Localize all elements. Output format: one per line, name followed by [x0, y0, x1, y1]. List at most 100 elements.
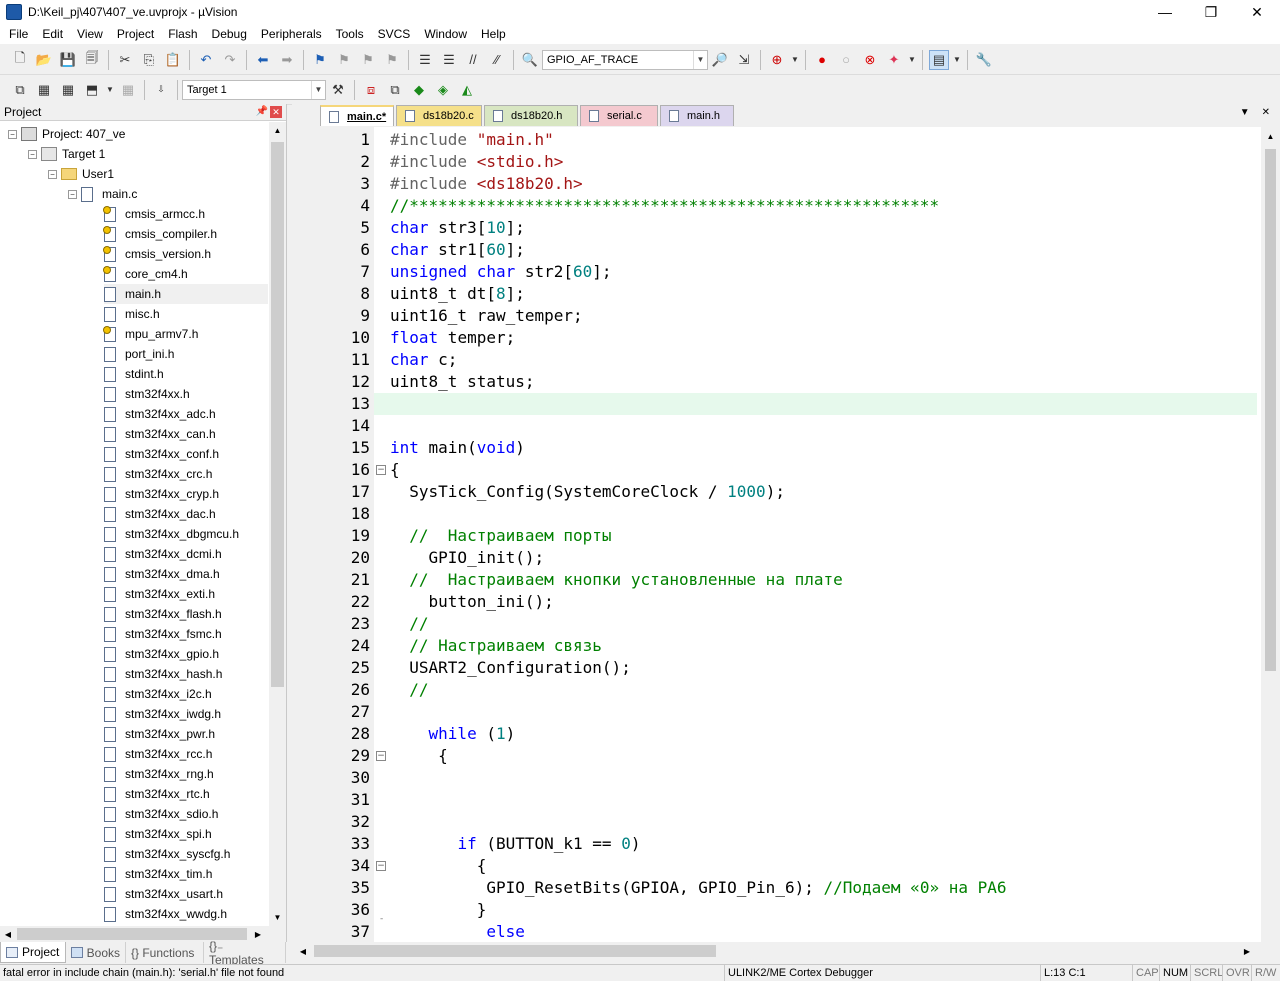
code-line[interactable]: 24 // Настраиваем связь — [292, 635, 1257, 657]
code-line[interactable]: 21 // Настраиваем кнопки установленные н… — [292, 569, 1257, 591]
code-line[interactable]: 8 uint8_t dt[8]; — [292, 283, 1257, 305]
close-icon[interactable]: ✕ — [1262, 107, 1270, 118]
tree-item-header-file[interactable]: mpu_armv7.h — [103, 324, 268, 344]
editor-tab[interactable]: serial.c — [580, 105, 658, 126]
code-line[interactable]: 3 #include <ds18b20.h> — [292, 173, 1257, 195]
tree-item-header-file[interactable]: stm32f4xx_spi.h — [104, 824, 268, 844]
manage-components-icon[interactable]: ⧈ — [361, 80, 381, 100]
tree-item-header-file[interactable]: cmsis_armcc.h — [103, 204, 268, 224]
code-line[interactable]: 10 float temper; — [292, 327, 1257, 349]
tree-item-header-file[interactable]: stm32f4xx_fsmc.h — [104, 624, 268, 644]
chevron-down-icon[interactable]: ▼ — [791, 50, 799, 70]
code-line[interactable]: 13 — [292, 393, 1257, 415]
code-line[interactable]: 26 // — [292, 679, 1257, 701]
collapse-icon[interactable]: − — [8, 129, 17, 139]
comment-icon[interactable]: // — [463, 50, 483, 70]
close-icon[interactable]: ✕ — [270, 106, 282, 118]
tree-item-header-file[interactable]: stm32f4xx_hash.h — [104, 664, 268, 684]
tree-item-header-file[interactable]: stm32f4xx_adc.h — [104, 404, 268, 424]
menu-peripherals[interactable]: Peripherals — [254, 24, 329, 44]
tree-item-header-file[interactable]: stdint.h — [104, 364, 268, 384]
tree-item-header-file[interactable]: cmsis_version.h — [103, 244, 268, 264]
chevron-down-icon[interactable]: ▼ — [106, 80, 114, 100]
scroll-left-icon[interactable]: ◀ — [294, 942, 312, 960]
tree-item-header-file[interactable]: stm32f4xx_crc.h — [104, 464, 268, 484]
prev-bookmark-icon[interactable]: ⚑ — [334, 50, 354, 70]
target-options-icon[interactable]: ⚒ — [328, 80, 348, 100]
close-window-button[interactable]: ✕ — [1234, 0, 1280, 24]
tree-item-header-file[interactable]: stm32f4xx_cryp.h — [104, 484, 268, 504]
code-line[interactable]: 9 uint16_t raw_temper; — [292, 305, 1257, 327]
configure-icon[interactable]: 🔧 — [974, 50, 994, 70]
kill-breakpoints-icon[interactable]: ✦ — [884, 50, 904, 70]
tree-item-header-file[interactable]: stm32f4xx_rcc.h — [104, 744, 268, 764]
menu-help[interactable]: Help — [474, 24, 513, 44]
scroll-up-icon[interactable]: ▲ — [269, 122, 286, 139]
collapse-icon[interactable]: − — [48, 169, 57, 179]
tree-item-header-file[interactable]: stm32f4xx_rtc.h — [104, 784, 268, 804]
window-layout-icon[interactable]: ▤ — [929, 49, 949, 70]
chevron-down-icon[interactable]: ▼ — [311, 80, 325, 99]
bookmark-icon[interactable]: ⚑ — [310, 50, 330, 70]
code-line[interactable]: 4 //*************************************… — [292, 195, 1257, 217]
editor-tab[interactable]: main.c* — [320, 105, 394, 126]
code-line[interactable]: 23 // — [292, 613, 1257, 635]
navigate-back-icon[interactable]: ⬅ — [253, 50, 273, 70]
tree-item-header-file[interactable]: stm32f4xx_exti.h — [104, 584, 268, 604]
tree-item-header-file[interactable]: stm32f4xx_syscfg.h — [104, 844, 268, 864]
tree-item-header-file[interactable]: stm32f4xx_wwdg.h — [104, 904, 268, 924]
scroll-left-icon[interactable]: ◀ — [0, 926, 16, 942]
find-icon[interactable]: 🔎 — [710, 50, 730, 70]
unindent-icon[interactable]: ☰ — [439, 50, 459, 70]
undo-icon[interactable]: ↶ — [196, 50, 216, 70]
code-line[interactable]: 25 USART2_Configuration(); — [292, 657, 1257, 679]
next-bookmark-icon[interactable]: ⚑ — [358, 50, 378, 70]
open-file-icon[interactable]: 📂 — [34, 50, 54, 70]
collapse-icon[interactable]: − — [68, 189, 77, 199]
build-icon[interactable]: ▦ — [34, 80, 54, 100]
translate-icon[interactable]: ⧉ — [10, 80, 30, 100]
tree-item-header-file[interactable]: stm32f4xx_flash.h — [104, 604, 268, 624]
scroll-thumb[interactable] — [1265, 149, 1276, 671]
code-line[interactable]: 2 #include <stdio.h> — [292, 151, 1257, 173]
chevron-down-icon[interactable]: ▼ — [693, 50, 707, 69]
scroll-thumb[interactable] — [271, 142, 284, 687]
code-line[interactable]: 5 char str3[10]; — [292, 217, 1257, 239]
code-line[interactable]: 30 — [292, 767, 1257, 789]
file-extensions-icon[interactable]: ⧉ — [385, 80, 405, 100]
batch-build-icon[interactable]: ⬒ — [82, 80, 102, 100]
uncomment-icon[interactable]: ⁄⁄ — [487, 50, 507, 70]
fold-toggle-icon[interactable]: − — [376, 861, 386, 871]
save-icon[interactable]: 💾 — [58, 50, 78, 70]
pack-installer-icon[interactable]: ◭ — [457, 80, 477, 100]
tree-item-header-file[interactable]: stm32f4xx_can.h — [104, 424, 268, 444]
navigate-forward-icon[interactable]: ➡ — [277, 50, 297, 70]
find-combo[interactable]: GPIO_AF_TRACE ▼ — [542, 49, 708, 70]
tree-item-header-file[interactable]: stm32f4xx_tim.h — [104, 864, 268, 884]
code-line[interactable]: 7 unsigned char str2[60]; — [292, 261, 1257, 283]
manage-run-time-icon[interactable]: ◆ — [409, 80, 429, 100]
tree-item-header-file[interactable]: port_ini.h — [104, 344, 268, 364]
target-combo[interactable]: Target 1 ▼ — [182, 79, 326, 100]
tree-item-header-file[interactable]: stm32f4xx_i2c.h — [104, 684, 268, 704]
tree-item-header-file[interactable]: stm32f4xx_dcmi.h — [104, 544, 268, 564]
menu-flash[interactable]: Flash — [161, 24, 204, 44]
code-line[interactable]: 22 button_ini(); — [292, 591, 1257, 613]
find-in-files-icon[interactable]: 🔍 — [520, 50, 540, 70]
editor-tab[interactable]: ds18b20.c — [396, 105, 482, 126]
menu-svcs[interactable]: SVCS — [371, 24, 418, 44]
code-line[interactable]: 16−{ — [292, 459, 1257, 481]
code-line[interactable]: 18 — [292, 503, 1257, 525]
chevron-down-icon[interactable]: ▼ — [908, 50, 916, 70]
editor-vertical-scrollbar[interactable]: ▲ — [1261, 127, 1280, 942]
code-line[interactable]: 37 else — [292, 921, 1257, 942]
debug-session-icon[interactable]: ⊕ — [767, 50, 787, 70]
tree-item-header-file[interactable]: stm32f4xx_dma.h — [104, 564, 268, 584]
tab-list-chevron-icon[interactable]: ▼ — [1240, 107, 1250, 118]
scroll-down-icon[interactable]: ▼ — [269, 909, 286, 926]
copy-icon[interactable]: ⎘ — [139, 50, 159, 70]
menu-view[interactable]: View — [70, 24, 110, 44]
menu-file[interactable]: File — [2, 24, 35, 44]
tab-books[interactable]: Books — [66, 942, 126, 963]
indent-icon[interactable]: ☰ — [415, 50, 435, 70]
